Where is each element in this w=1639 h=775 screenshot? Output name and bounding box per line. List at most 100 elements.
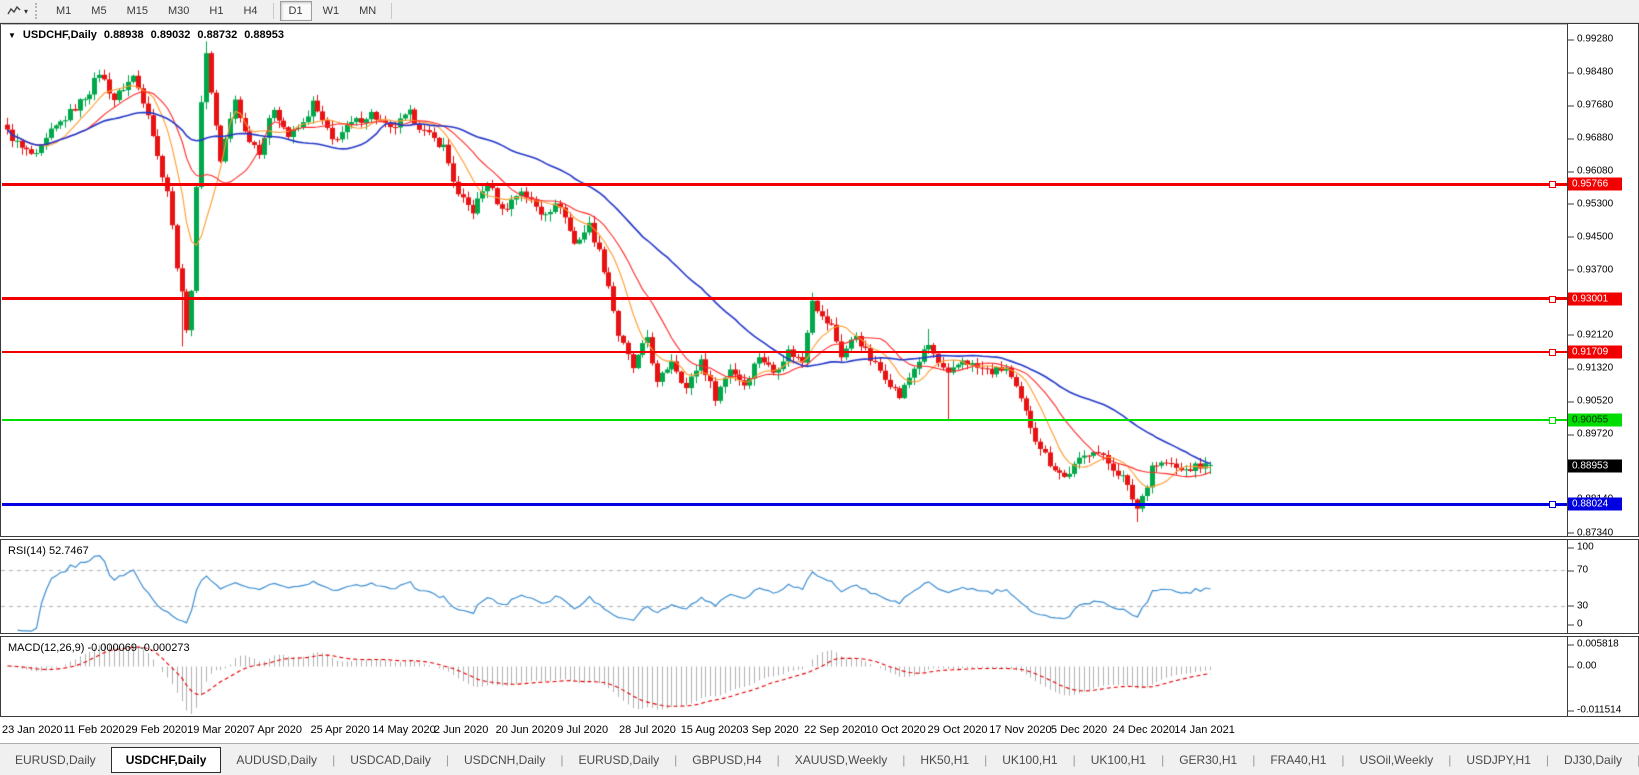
price-axis-tick: 0.98480	[1566, 66, 1614, 78]
symbol-tab-bar: EURUSD,Daily USDCHF,Daily AUDUSD,Daily | USD…	[0, 743, 1639, 775]
horizontal-level-line-0.93001[interactable]	[2, 297, 1567, 301]
symbol-tab-ger30-h1[interactable]: GER30,H1	[1164, 747, 1252, 773]
time-axis[interactable]: 23 Jan 2020 11 Feb 2020 29 Feb 2020 19 Mar …	[0, 717, 1639, 743]
date-axis-label: 19 Mar 2020	[187, 724, 249, 736]
chart-title: ▼ USDCHF,Daily 0.88938 0.89032 0.88732 0…	[8, 29, 284, 41]
rsi-axis-divider	[1567, 540, 1568, 633]
date-axis-label: 17 Nov 2020	[989, 724, 1052, 736]
main-chart-panel: ▼ USDCHF,Daily 0.88938 0.89032 0.88732 0…	[0, 23, 1639, 538]
level-drag-handle[interactable]	[1549, 417, 1556, 425]
symbol-tab-usdcnh-daily[interactable]: USDCNH,Daily	[449, 747, 560, 773]
horizontal-level-line-0.88024[interactable]	[2, 502, 1567, 506]
macd-axis-divider	[1567, 637, 1568, 716]
rsi-indicator-panel: RSI(14) 52.7467 100 70 30 0	[0, 539, 1639, 634]
rsi-chart-canvas[interactable]	[1, 540, 1567, 633]
symbol-tab-dj30-daily[interactable]: DJ30,Daily	[1549, 747, 1637, 773]
chevron-down-icon[interactable]: ▾	[24, 7, 28, 16]
level-price-label: 0.88024	[1568, 497, 1622, 511]
date-axis-label: 20 Jun 2020	[495, 724, 557, 736]
date-axis-label: 29 Feb 2020	[125, 724, 188, 736]
price-axis-tick: 0.90520	[1566, 395, 1614, 407]
chart-symbol-label: USDCHF,Daily	[22, 29, 97, 41]
level-drag-handle[interactable]	[1549, 348, 1556, 356]
symbol-tab-eurusd-daily[interactable]: EURUSD,Daily	[563, 747, 674, 773]
date-axis-label: 28 Jul 2020	[619, 724, 676, 736]
price-axis-tick: 0.97680	[1566, 99, 1614, 111]
date-axis-label: 9 Jul 2020	[557, 724, 609, 736]
price-axis-tick: 0.96080	[1566, 165, 1614, 177]
horizontal-level-line-0.95766[interactable]	[2, 182, 1567, 186]
level-drag-handle[interactable]	[1549, 181, 1556, 189]
chart-dropdown-icon[interactable]: ▼	[8, 31, 16, 40]
date-axis-label: 5 Dec 2020	[1050, 724, 1108, 736]
rsi-axis-tick: 70	[1566, 564, 1589, 576]
symbol-tab-audusd-daily[interactable]: AUDUSD,Daily	[221, 747, 332, 773]
current-price-line[interactable]	[2, 24, 1567, 25]
symbol-tab-xauusd-weekly[interactable]: XAUUSD,Weekly	[780, 747, 902, 773]
timeframe-button-m30[interactable]: M30	[159, 1, 198, 21]
level-drag-handle[interactable]	[1549, 501, 1556, 509]
chart-tool-icon[interactable]	[4, 2, 24, 20]
level-price-label: 0.91709	[1568, 345, 1622, 359]
rsi-label: RSI(14) 52.7467	[8, 545, 89, 557]
chart-low-value: 0.88732	[197, 29, 238, 41]
date-axis-label: 11 Feb 2020	[63, 724, 125, 736]
date-axis-label: 7 Apr 2020	[248, 724, 303, 736]
toolbar-grip-handle[interactable]	[35, 3, 40, 19]
macd-axis-tick: -0.011514	[1566, 704, 1622, 716]
timeframe-button-mn[interactable]: MN	[350, 1, 385, 21]
timeframe-button-w1[interactable]: W1	[314, 1, 349, 21]
timeframe-button-m5[interactable]: M5	[82, 1, 115, 21]
date-axis-label: 14 May 2020	[372, 724, 436, 736]
macd-axis-tick: 0.005818	[1567, 638, 1619, 650]
timeframe-button-m15[interactable]: M15	[118, 1, 157, 21]
symbol-tab-usoil-weekly[interactable]: USOil,Weekly	[1345, 747, 1449, 773]
candlestick-chart-canvas[interactable]	[1, 24, 1567, 536]
symbol-tab-fra40-h1[interactable]: FRA40,H1	[1255, 747, 1341, 773]
date-axis-label: 14 Jan 2021	[1174, 724, 1235, 736]
level-price-label: 0.93001	[1568, 292, 1622, 306]
chart-high-value: 0.89032	[150, 29, 191, 41]
level-price-label: 0.95766	[1568, 177, 1622, 191]
date-axis-label: 15 Aug 2020	[680, 724, 743, 736]
macd-indicator-panel: MACD(12,26,9) -0.000069 -0.000273 0.0058…	[0, 636, 1639, 717]
symbol-tab-usdcad-daily[interactable]: USDCAD,Daily	[335, 747, 446, 773]
date-axis-label: 29 Oct 2020	[927, 724, 988, 736]
level-drag-handle[interactable]	[1549, 295, 1556, 303]
symbol-tab-eurusd-daily[interactable]: EURUSD,Daily	[0, 747, 111, 773]
horizontal-level-line-0.91709[interactable]	[2, 350, 1567, 353]
date-axis-label: 24 Dec 2020	[1112, 724, 1175, 736]
timeframe-toolbar: ▾ M1 M5 M15 M30 H1 H4 D1 W1 MN	[0, 0, 1639, 23]
price-axis-tick: 0.94500	[1566, 231, 1614, 243]
symbol-tab-usdchf-daily[interactable]: USDCHF,Daily	[110, 747, 222, 773]
symbol-tab-usdjpy-h1[interactable]: USDJPY,H1	[1451, 747, 1545, 773]
timeframe-button-h4[interactable]: H4	[234, 1, 266, 21]
date-axis-label: 23 Jan 2020	[2, 724, 63, 736]
date-axis-label: 25 Apr 2020	[310, 724, 370, 736]
price-axis-tick: 0.96880	[1566, 132, 1614, 144]
date-axis-label: 10 Oct 2020	[865, 724, 926, 736]
horizontal-level-line-0.90055[interactable]	[2, 419, 1567, 422]
symbol-tab-uk100-h1[interactable]: UK100,H1	[987, 747, 1072, 773]
macd-label: MACD(12,26,9) -0.000069 -0.000273	[8, 642, 190, 654]
chart-close-value: 0.88953	[244, 29, 284, 41]
date-axis-label: 2 Jun 2020	[433, 724, 489, 736]
symbol-tab-hk50-h1[interactable]: HK50,H1	[905, 747, 984, 773]
timeframe-button-h1[interactable]: H1	[200, 1, 232, 21]
timeframe-button-m1[interactable]: M1	[47, 1, 80, 21]
price-axis-tick: 0.89720	[1566, 428, 1614, 440]
date-axis-label: 22 Sep 2020	[804, 724, 867, 736]
date-axis-label: 3 Sep 2020	[742, 724, 799, 736]
timeframe-button-d1[interactable]: D1	[279, 1, 312, 21]
macd-chart-canvas[interactable]	[1, 637, 1567, 716]
macd-axis-tick: 0.00	[1566, 660, 1597, 672]
level-price-label: 0.90055	[1568, 413, 1622, 427]
chart-open-value: 0.88938	[103, 29, 144, 41]
symbol-tab-uk100-h1[interactable]: UK100,H1	[1076, 747, 1161, 773]
price-axis-tick: 0.92120	[1566, 329, 1614, 341]
toolbar-separator	[272, 3, 274, 19]
symbol-tab-gbpusd-h4[interactable]: GBPUSD,H4	[677, 747, 776, 773]
timeframe-buttons: M1 M5 M15 M30 H1 H4 D1 W1 MN	[46, 1, 397, 21]
rsi-axis-tick: 0	[1567, 618, 1583, 630]
rsi-axis-tick: 30	[1566, 600, 1589, 612]
